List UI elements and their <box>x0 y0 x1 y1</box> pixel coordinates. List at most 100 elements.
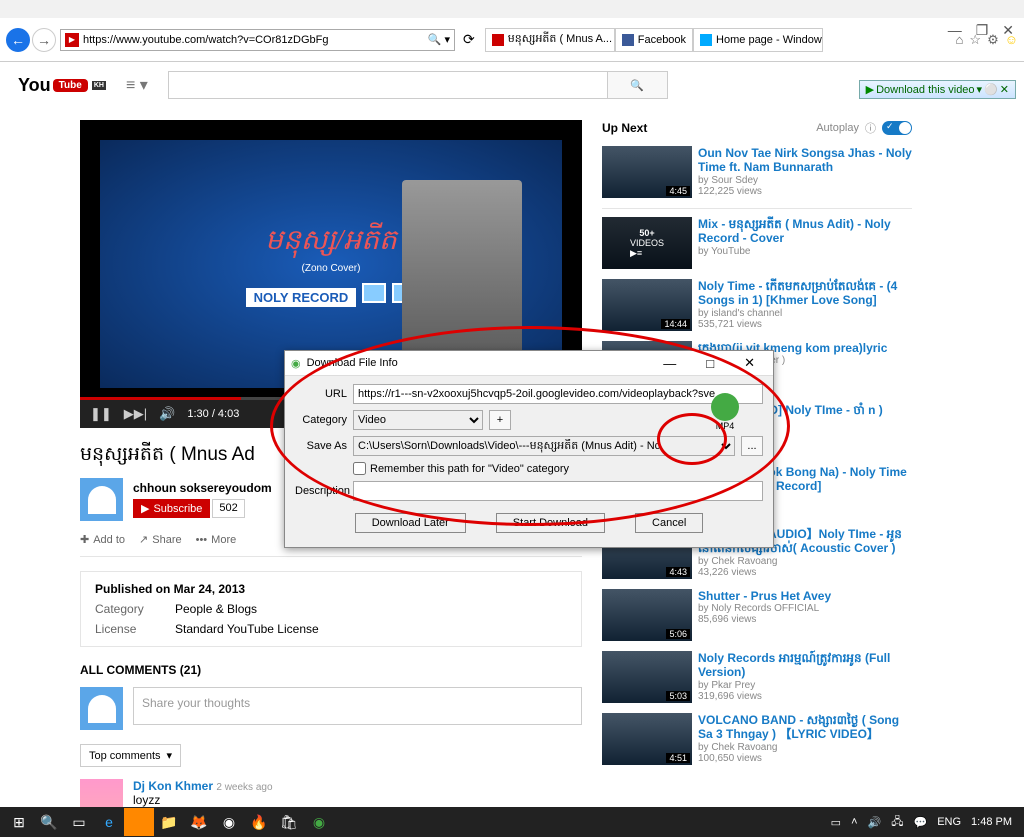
video-item-channel: by island's channel <box>698 308 912 319</box>
next-button[interactable]: ▶▶| <box>124 406 147 422</box>
video-item-views: 535,721 views <box>698 319 912 330</box>
file-type-icon: MP4 <box>707 393 743 431</box>
video-thumbnail[interactable]: 4:51 <box>602 713 692 765</box>
video-thumbnail[interactable]: 4:45 <box>602 146 692 198</box>
volume-tray-icon[interactable]: 🔊 <box>868 816 882 829</box>
video-item-title: VOLCANO BAND - សង្សារ៣ថ្ងៃ ( Song Sa 3 T… <box>698 713 912 742</box>
search-dropdown-icon[interactable]: 🔍 ▾ <box>428 33 450 46</box>
suggested-video[interactable]: 4:45 Oun Nov Tae Nirk Songsa Jhas - Noly… <box>602 146 912 198</box>
firefox-taskbar[interactable]: 🦊 <box>184 808 214 836</box>
autoplay-toggle[interactable]: ✓ <box>882 121 912 135</box>
add-to-button[interactable]: ✚ Add to <box>80 533 125 546</box>
comment-input[interactable]: Share your thoughts <box>133 687 582 725</box>
suggested-video[interactable]: 5:03 Noly Records អារម្មណ៍ត្រូវការអូន (F… <box>602 651 912 703</box>
youtube-logo[interactable]: YouTube KH <box>18 75 106 96</box>
idm-icon: ◉ <box>291 357 301 370</box>
description-input[interactable] <box>353 481 763 501</box>
minimize-button[interactable]: — <box>948 22 962 39</box>
time-display: 1:30 / 4:03 <box>187 408 239 420</box>
video-thumbnail[interactable]: 5:06 <box>602 589 692 641</box>
download-video-banner[interactable]: ▶Download this video▾⚪✕ <box>859 80 1016 99</box>
maximize-button[interactable]: ❐ <box>976 22 989 39</box>
subscribe-button[interactable]: ▶ Subscribe <box>133 499 210 518</box>
download-later-button[interactable]: Download Later <box>355 513 466 533</box>
comment-sort-dropdown[interactable]: Top comments ▾ <box>80 744 181 767</box>
dialog-close[interactable]: ✕ <box>732 355 767 371</box>
info-icon[interactable]: ⓘ <box>865 120 876 136</box>
cancel-button[interactable]: Cancel <box>635 513 703 533</box>
video-item-views: 43,226 views <box>698 567 912 578</box>
youtube-favicon <box>492 34 504 46</box>
guide-button[interactable]: ≡ ▾ <box>126 75 148 95</box>
category-select[interactable]: Video <box>353 410 483 430</box>
share-button[interactable]: ↗ Share <box>139 533 182 546</box>
tab-youtube[interactable]: មនុស្សអតីត ( Mnus A... × <box>485 28 615 52</box>
pause-button[interactable]: ❚❚ <box>90 406 112 422</box>
tab-facebook[interactable]: Facebook <box>615 28 693 52</box>
commenter-name[interactable]: Dj Kon Khmer <box>133 779 213 793</box>
suggested-video[interactable]: 50+VIDEOS▶≡ Mix - មនុស្សអតីត ( Mnus Adit… <box>602 217 912 269</box>
start-download-button[interactable]: Start Download <box>496 513 605 533</box>
ie-toolbar: ← → ▶ https://www.youtube.com/watch?v=CO… <box>0 18 1024 62</box>
lang-indicator[interactable]: ENG <box>937 816 961 828</box>
channel-name[interactable]: chhoun soksereyoudom <box>133 481 272 495</box>
app1-taskbar[interactable] <box>124 808 154 836</box>
ie-favicon <box>700 34 712 46</box>
action-center-icon[interactable]: 💬 <box>913 816 927 829</box>
add-category-button[interactable]: + <box>489 410 511 430</box>
close-button[interactable]: ✕ <box>1002 22 1014 39</box>
upnext-label: Up Next <box>602 121 647 135</box>
suggested-video[interactable]: 5:06 Shutter - Prus Het Avey by Noly Rec… <box>602 589 912 641</box>
video-item-title: Noly Records អារម្មណ៍ត្រូវការអូន (Full V… <box>698 651 912 680</box>
explorer-taskbar[interactable]: 📁 <box>154 808 184 836</box>
ie-taskbar[interactable]: e <box>94 808 124 836</box>
tab-bar: មនុស្សអតីត ( Mnus A... × Facebook Home p… <box>485 28 823 52</box>
dialog-title: Download File Info <box>307 357 398 369</box>
comment-timestamp: 2 weeks ago <box>216 782 272 793</box>
url-input[interactable] <box>353 384 763 404</box>
dialog-maximize[interactable]: □ <box>694 356 726 371</box>
address-bar[interactable]: ▶ https://www.youtube.com/watch?v=COr81z… <box>60 29 455 51</box>
remember-path-checkbox[interactable] <box>353 462 366 475</box>
facebook-favicon <box>622 34 634 46</box>
video-thumbnail[interactable]: 50+VIDEOS▶≡ <box>602 217 692 269</box>
youtube-favicon: ▶ <box>65 33 79 47</box>
search-button[interactable]: 🔍 <box>607 72 667 98</box>
steam-taskbar[interactable]: ◉ <box>214 808 244 836</box>
video-item-channel: by Pkar Prey <box>698 680 912 691</box>
video-item-channel: by Chek Ravoang <box>698 742 912 753</box>
search-input[interactable] <box>169 72 607 98</box>
player-script-text: មនុស្ស/អតីត <box>265 222 397 263</box>
video-item-channel: by Chek Ravoang <box>698 556 912 567</box>
store-taskbar[interactable]: 🛍 <box>274 808 304 836</box>
browse-button[interactable]: ... <box>741 436 763 456</box>
clock[interactable]: 1:48 PM <box>971 816 1012 828</box>
tray-up-icon[interactable]: ˄ <box>851 816 857 828</box>
published-date: Published on Mar 24, 2013 <box>95 582 567 596</box>
app2-taskbar[interactable]: 🔥 <box>244 808 274 836</box>
task-view[interactable]: ▭ <box>64 808 94 836</box>
video-thumbnail[interactable]: 14:44 <box>602 279 692 331</box>
start-button[interactable]: ⊞ <box>4 808 34 836</box>
video-thumbnail[interactable]: 5:03 <box>602 651 692 703</box>
player-subtext: (Zono Cover) <box>302 263 361 274</box>
dialog-minimize[interactable]: — <box>651 356 688 371</box>
subscriber-count: 502 <box>212 499 244 518</box>
refresh-button[interactable]: ⟳ <box>463 31 475 48</box>
more-button[interactable]: ••• More <box>196 534 237 546</box>
video-item-title: Noly Time - កើតមកសម្រាប់តែលង់គេ - (4 Son… <box>698 279 912 308</box>
suggested-video[interactable]: 4:51 VOLCANO BAND - សង្សារ៣ថ្ងៃ ( Song S… <box>602 713 912 765</box>
suggested-video[interactable]: 14:44 Noly Time - កើតមកសម្រាប់តែលង់គេ - … <box>602 279 912 331</box>
noly-record-label: NOLY RECORD <box>246 288 357 307</box>
tab-windows[interactable]: Home page - Windows I... <box>693 28 823 52</box>
search-taskbar[interactable]: 🔍 <box>34 808 64 836</box>
forward-button[interactable]: → <box>32 28 56 52</box>
idm-taskbar[interactable]: ◉ <box>304 808 334 836</box>
video-item-views: 85,696 views <box>698 614 831 625</box>
back-button[interactable]: ← <box>6 28 30 52</box>
network-tray-icon[interactable]: 🖧 <box>891 813 903 832</box>
volume-button[interactable]: 🔊 <box>159 406 175 422</box>
saveas-input[interactable]: C:\Users\Sorn\Downloads\Video\---មនុស្សអ… <box>353 436 735 456</box>
tray-icon[interactable]: ▭ <box>831 816 841 829</box>
channel-avatar[interactable] <box>80 478 123 521</box>
